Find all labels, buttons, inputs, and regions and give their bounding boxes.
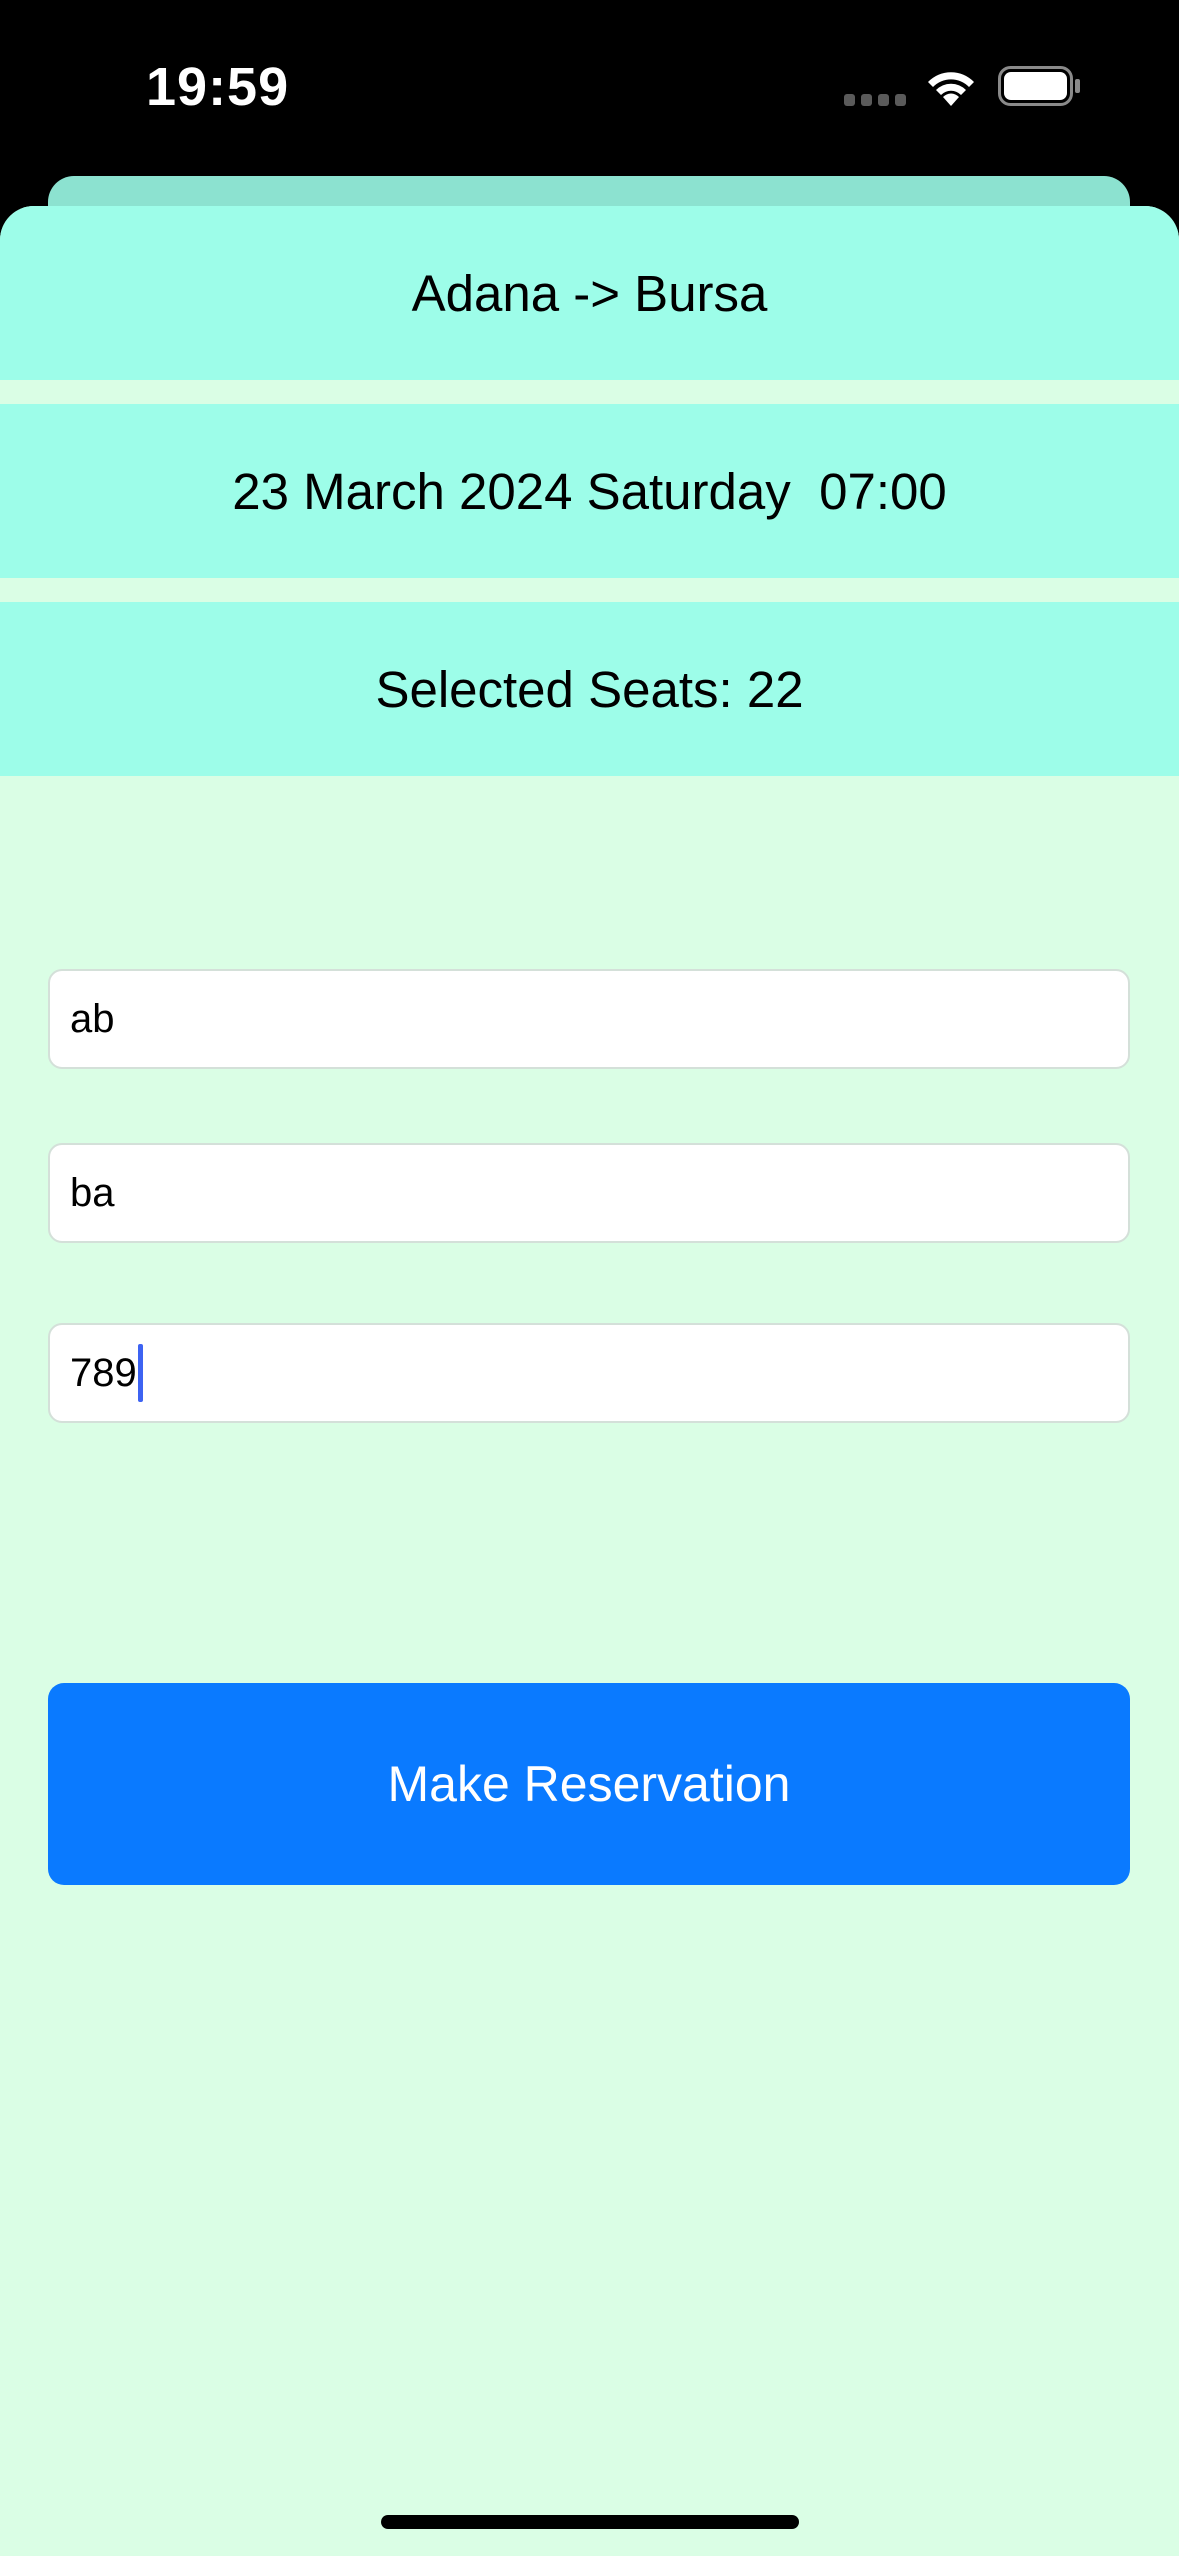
datetime-label: 23 March 2024 Saturday 07:00 <box>232 462 947 520</box>
route-label: Adana -> Bursa <box>411 264 768 322</box>
home-indicator[interactable] <box>381 2515 799 2529</box>
date-row: 23 March 2024 Saturday 07:00 <box>0 404 1179 578</box>
last-name-field[interactable]: ba <box>48 1143 1130 1243</box>
make-reservation-button[interactable]: Make Reservation <box>48 1683 1130 1885</box>
text-cursor <box>137 1344 143 1402</box>
seats-row: Selected Seats: 22 <box>0 602 1179 776</box>
status-bar: 19:59 <box>0 0 1179 176</box>
first-name-field[interactable]: ab <box>48 969 1130 1069</box>
last-name-value: ba <box>70 1170 115 1215</box>
wifi-icon <box>928 72 974 106</box>
selected-seats-label: Selected Seats: 22 <box>375 660 804 718</box>
first-name-value: ab <box>70 996 115 1041</box>
reservation-sheet: Adana -> Bursa 23 March 2024 Saturday 07… <box>0 206 1179 2556</box>
battery-icon <box>998 66 1080 106</box>
id-number-value: 789 <box>70 1350 137 1395</box>
make-reservation-label: Make Reservation <box>387 1756 791 1812</box>
status-time: 19:59 <box>146 57 290 117</box>
route-row: Adana -> Bursa <box>0 206 1179 380</box>
id-number-field[interactable]: 789 <box>48 1323 1130 1423</box>
signal-dots-icon <box>844 94 906 106</box>
